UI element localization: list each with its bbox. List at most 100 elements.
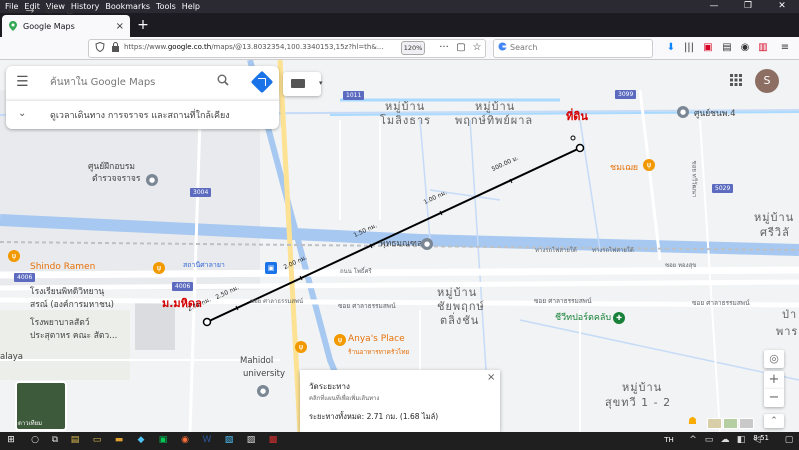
- poi-label[interactable]: ชมเฌย: [610, 160, 638, 174]
- poi-label[interactable]: โรงเรียนพิทดิวิทยานุ: [30, 284, 104, 298]
- page-actions-icon[interactable]: ···: [437, 41, 451, 55]
- close-window-button[interactable]: ✕: [765, 0, 799, 13]
- search-engine-icon[interactable]: [498, 42, 507, 51]
- word-icon[interactable]: W: [200, 433, 214, 447]
- maps-search-icon[interactable]: [215, 74, 231, 90]
- extension-2-icon[interactable]: ▤: [720, 41, 734, 55]
- layer-thumb-terrain[interactable]: [707, 418, 722, 429]
- restore-button[interactable]: ❐: [731, 0, 765, 13]
- forward-button[interactable]: →: [22, 3, 38, 19]
- maps-search-input[interactable]: ค้นหาใน Google Maps: [50, 76, 155, 90]
- new-tab-button[interactable]: +: [134, 16, 152, 34]
- poi-label[interactable]: สถานีศาลายา: [183, 260, 225, 271]
- poi-label[interactable]: ประสุตาหร คณะ สัตว...: [30, 328, 117, 342]
- poi-label[interactable]: โรงพยาบาลสัตว์: [30, 315, 90, 329]
- bookmark-star-icon[interactable]: ☆: [470, 41, 484, 55]
- windows-start-icon[interactable]: ⊞: [4, 433, 18, 447]
- zoom-indicator[interactable]: 120%: [401, 41, 425, 55]
- network-icon[interactable]: ◧: [734, 433, 748, 447]
- hamburger-menu-icon[interactable]: ≡: [778, 41, 792, 55]
- tab-close-icon[interactable]: ×: [116, 21, 124, 32]
- downloads-icon[interactable]: ⬇: [664, 41, 678, 55]
- app-icon[interactable]: ▩: [266, 433, 280, 447]
- app-icon[interactable]: ▧: [222, 433, 236, 447]
- task-view-icon[interactable]: ⧉: [48, 433, 62, 447]
- account-icon[interactable]: ◉: [738, 41, 752, 55]
- village-label: สุขทวี 1 - 2: [605, 396, 672, 409]
- poi-label[interactable]: alaya: [0, 352, 23, 362]
- firefox-icon[interactable]: ◉: [178, 433, 192, 447]
- layers-dropdown-icon[interactable]: ▾: [319, 79, 323, 87]
- search-icon[interactable]: ○: [28, 433, 42, 447]
- library-icon[interactable]: |||: [682, 41, 696, 55]
- keyboard-language[interactable]: TH: [662, 433, 676, 447]
- poi-label[interactable]: พุทธมณฑล: [380, 236, 422, 250]
- google-maps-favicon-icon: [9, 21, 17, 31]
- shield-icon[interactable]: [95, 42, 105, 52]
- satellite-label: ดาวเทียม: [18, 420, 43, 427]
- extension-1-icon[interactable]: ▣: [701, 41, 715, 55]
- route-shield: 4006: [172, 282, 194, 291]
- extension-3-icon[interactable]: ▥: [756, 41, 770, 55]
- folder-icon[interactable]: ▬: [112, 433, 126, 447]
- cloud-icon[interactable]: ☁: [718, 433, 732, 447]
- my-location-icon[interactable]: ◎: [764, 350, 784, 368]
- close-icon[interactable]: ×: [487, 372, 495, 383]
- poi-pin-icon[interactable]: ●: [257, 385, 269, 397]
- menu-bookmarks[interactable]: Bookmarks: [102, 0, 153, 13]
- window-controls: — ❐ ✕: [697, 0, 799, 13]
- chevron-down-icon[interactable]: ⌄: [18, 108, 26, 119]
- park-pin-icon[interactable]: ✚: [613, 312, 625, 324]
- poi-label[interactable]: university: [243, 369, 285, 379]
- folder-icon[interactable]: ▭: [90, 433, 104, 447]
- poi-label[interactable]: Anya's Place: [348, 334, 405, 344]
- layer-thumb-traffic[interactable]: [723, 418, 738, 429]
- train-station-icon[interactable]: ▣: [265, 262, 277, 274]
- restaurant-pin-icon[interactable]: ψ: [153, 262, 165, 274]
- poi-label[interactable]: ศูนย์ชนพ.4: [694, 106, 735, 120]
- reload-button[interactable]: ⟳: [42, 3, 58, 19]
- app-icon[interactable]: ◆: [134, 433, 148, 447]
- village-label: ตลิ่งชัน: [440, 314, 480, 327]
- zoom-out-button[interactable]: −: [764, 389, 784, 407]
- battery-icon[interactable]: ▭: [702, 433, 716, 447]
- poi-pin-icon[interactable]: ●: [421, 238, 433, 250]
- explore-nearby-text: ดูเวลาเดินทาง การจราจร และสถานที่ใกล้เคี…: [50, 111, 230, 121]
- avatar[interactable]: S: [755, 69, 779, 93]
- line-icon[interactable]: ▣: [156, 433, 170, 447]
- chevron-up-icon[interactable]: ^: [686, 433, 700, 447]
- google-apps-icon[interactable]: [730, 74, 744, 88]
- directions-arrow-icon: [258, 78, 266, 86]
- app-icon[interactable]: ▨: [244, 433, 258, 447]
- restaurant-pin-icon[interactable]: ψ: [295, 341, 307, 353]
- lock-icon[interactable]: [111, 42, 120, 52]
- poi-label[interactable]: ตำรวจจราจร: [92, 171, 140, 185]
- route-shield: 4006: [14, 273, 36, 282]
- pocket-icon[interactable]: ▢: [454, 41, 468, 55]
- poi-label[interactable]: Shindo Ramen: [30, 262, 95, 272]
- expand-icon[interactable]: ⌃: [764, 414, 784, 428]
- zoom-in-button[interactable]: +: [764, 371, 784, 389]
- minimize-button[interactable]: —: [697, 0, 731, 13]
- measure-subtitle: คลิกที่แผนที่เพื่อเพิ่มเส้นทาง: [309, 395, 380, 402]
- poi-pin-icon[interactable]: ●: [677, 106, 689, 118]
- back-button[interactable]: ←: [4, 3, 20, 19]
- explorer-icon[interactable]: ▤: [68, 433, 82, 447]
- route-shield: 5029: [712, 184, 734, 193]
- clock[interactable]: 8:51: [753, 434, 769, 442]
- poi-label[interactable]: Mahidol: [240, 356, 273, 366]
- poi-pin-icon[interactable]: ●: [146, 174, 158, 186]
- maps-menu-icon[interactable]: ☰: [16, 74, 32, 90]
- poi-label[interactable]: ชีวีทปอร์ตคลับ: [555, 310, 611, 324]
- notification-icon[interactable]: ▢: [782, 433, 796, 447]
- layer-thumb-transit[interactable]: [739, 418, 754, 429]
- pegman-icon[interactable]: ☗: [688, 416, 697, 427]
- restaurant-pin-icon[interactable]: ψ: [334, 334, 346, 346]
- home-button[interactable]: ⌂: [62, 3, 78, 19]
- poi-label[interactable]: สรณ์ (องค์การมหาชน): [30, 297, 114, 311]
- url-domain: google.co.th: [167, 43, 212, 51]
- menu-tools[interactable]: Tools: [153, 0, 179, 13]
- menu-help[interactable]: Help: [179, 0, 203, 13]
- restaurant-pin-icon[interactable]: ψ: [643, 159, 655, 171]
- restaurant-pin-icon[interactable]: ψ: [8, 250, 20, 262]
